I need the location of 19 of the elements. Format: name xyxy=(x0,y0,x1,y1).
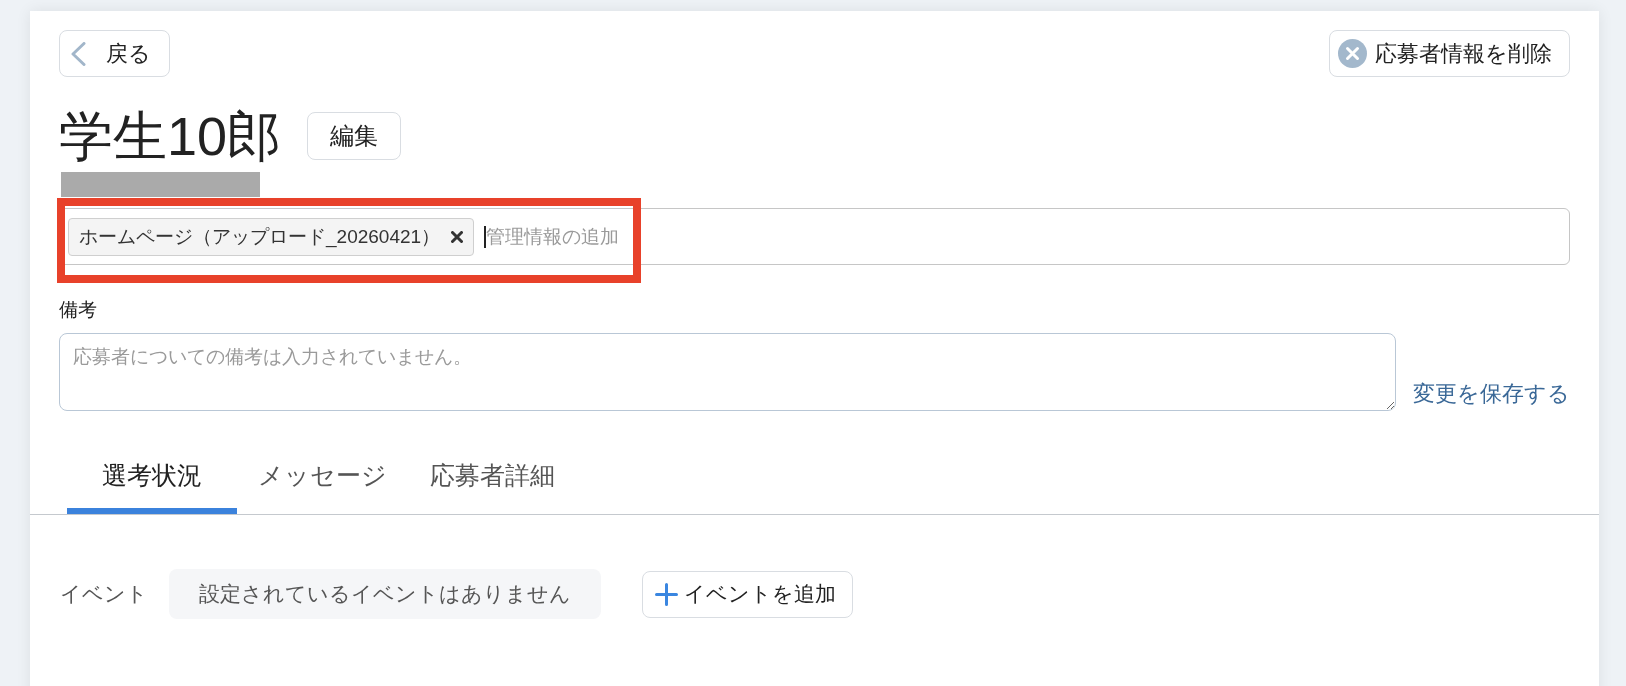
no-events-message: 設定されているイベントはありません xyxy=(169,569,601,619)
applicant-name: 学生10郎 xyxy=(59,106,282,166)
tag-label: ホームページ（アップロード_20260421） xyxy=(79,224,441,249)
save-changes-link[interactable]: 変更を保存する xyxy=(1413,380,1570,408)
add-event-button[interactable]: イベントを追加 xyxy=(642,570,853,618)
close-icon xyxy=(1338,39,1367,68)
close-icon[interactable] xyxy=(451,230,464,243)
edit-button[interactable]: 編集 xyxy=(307,112,402,160)
tab[interactable]: 選考状況 xyxy=(67,446,237,514)
notes-label: 備考 xyxy=(59,298,97,322)
tab[interactable]: メッセージ xyxy=(237,446,407,514)
events-label: イベント xyxy=(59,581,149,607)
chevron-left-icon xyxy=(71,41,86,66)
delete-applicant-button[interactable]: 応募者情報を削除 xyxy=(1329,30,1570,77)
plus-icon xyxy=(655,582,678,606)
tab[interactable]: 応募者詳細 xyxy=(407,446,577,514)
notes-textarea[interactable]: 応募者についての備考は入力されていません。 xyxy=(59,333,1396,411)
back-button[interactable]: 戻る xyxy=(59,30,170,77)
tag-text-input[interactable]: 管理情報の追加 xyxy=(486,224,1559,249)
